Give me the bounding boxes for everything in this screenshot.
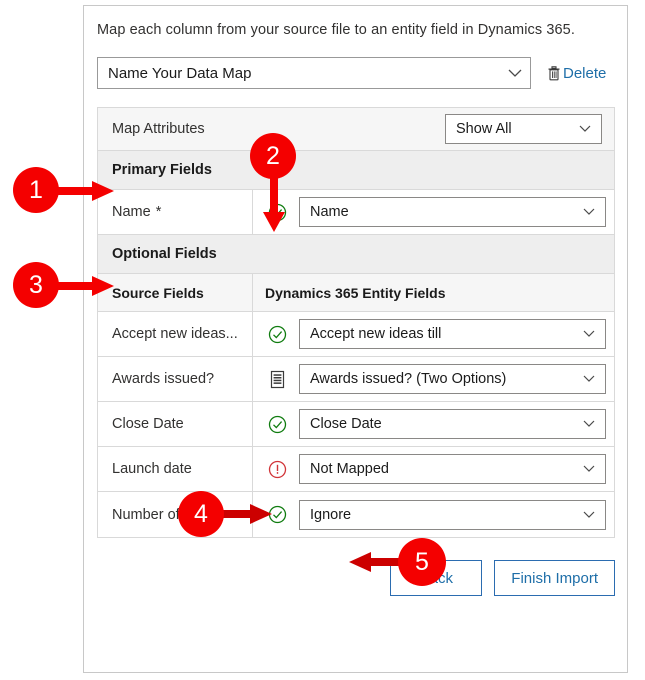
target-field-value: Close Date <box>310 416 382 432</box>
source-field-name: Accept new ideas... <box>112 326 238 342</box>
primary-fields-section: Primary Fields <box>98 151 614 190</box>
chevron-down-icon <box>583 330 597 338</box>
table-row: Number of ideas Ignore <box>98 492 614 537</box>
chevron-down-icon <box>583 465 597 473</box>
optional-fields-section: Optional Fields <box>98 235 614 274</box>
source-field-cell: Accept new ideas... <box>98 312 253 356</box>
chevron-down-icon <box>583 420 597 428</box>
error-circle-icon <box>268 460 287 479</box>
source-field-name: Name <box>112 204 151 220</box>
map-attributes-header: Map Attributes Show All <box>98 108 614 151</box>
target-field-cell: Not Mapped <box>253 447 614 491</box>
target-field-select[interactable]: Accept new ideas till <box>299 319 606 349</box>
target-field-cell: Accept new ideas till <box>253 312 614 356</box>
target-field-select[interactable]: Awards issued? (Two Options) <box>299 364 606 394</box>
attribute-mapping-grid: Map Attributes Show All Primary Fields N… <box>97 107 615 538</box>
target-field-select[interactable]: Name <box>299 197 606 227</box>
annotation-arrow-3 <box>50 276 114 296</box>
show-all-value: Show All <box>456 121 512 137</box>
map-name-row: Name Your Data Map Delete <box>97 57 615 89</box>
annotation-callout-5: 5 <box>398 538 446 586</box>
annotation-arrow-2 <box>263 172 285 232</box>
annotation-callout-2: 2 <box>250 133 296 179</box>
check-circle-icon <box>268 415 287 434</box>
check-circle-icon <box>268 325 287 344</box>
map-name-value: Name Your Data Map <box>108 64 252 82</box>
target-field-select[interactable]: Not Mapped <box>299 454 606 484</box>
column-headers: Source Fields Dynamics 365 Entity Fields <box>98 274 614 312</box>
source-field-cell: Launch date <box>98 447 253 491</box>
annotation-arrow-1 <box>50 181 114 201</box>
table-row: Launch date Not Mapped <box>98 447 614 492</box>
status-badge[interactable] <box>263 370 291 389</box>
target-field-value: Not Mapped <box>310 461 389 477</box>
target-field-cell: Ignore <box>253 492 614 537</box>
source-field-name: Close Date <box>112 416 184 432</box>
source-field-cell: Awards issued? <box>98 357 253 401</box>
target-field-cell: Awards issued? (Two Options) <box>253 357 614 401</box>
target-field-value: Awards issued? (Two Options) <box>310 371 507 387</box>
launch-date-error-icon <box>263 460 291 479</box>
chevron-down-icon <box>583 375 597 383</box>
number-of-ideas-target-select[interactable]: Ignore <box>299 499 606 530</box>
optional-fields-label: Optional Fields <box>112 246 217 262</box>
table-row: Accept new ideas... Accept new ideas til… <box>98 312 614 357</box>
source-column-header: Source Fields <box>98 274 253 311</box>
delete-label: Delete <box>563 64 607 82</box>
target-field-cell: Close Date <box>253 402 614 446</box>
table-row: Awards issued? Awards issued? (Two Optio… <box>98 357 614 402</box>
source-field-cell: Close Date <box>98 402 253 446</box>
source-field-name: Launch date <box>112 461 192 477</box>
target-column-header: Dynamics 365 Entity Fields <box>253 274 614 311</box>
chevron-down-icon <box>579 125 593 133</box>
annotation-callout-1: 1 <box>13 167 59 213</box>
trash-icon <box>547 65 561 81</box>
map-name-select[interactable]: Name Your Data Map <box>97 57 531 89</box>
table-row: Name * Name <box>98 190 614 235</box>
chevron-down-icon <box>508 69 522 77</box>
source-field-cell: Name * <box>98 190 253 234</box>
number-of-ideas-target-value: Ignore <box>310 506 352 523</box>
primary-fields-label: Primary Fields <box>112 162 212 178</box>
target-field-value: Name <box>310 204 349 220</box>
required-marker: * <box>155 204 162 220</box>
target-column-label: Dynamics 365 Entity Fields <box>265 284 446 301</box>
annotation-arrow-5 <box>349 552 405 572</box>
source-column-label: Source Fields <box>112 284 204 301</box>
target-field-select[interactable]: Close Date <box>299 409 606 439</box>
delete-map-button[interactable]: Delete <box>547 65 606 82</box>
annotation-callout-3: 3 <box>13 262 59 308</box>
source-field-name: Awards issued? <box>112 371 215 387</box>
intro-instruction: Map each column from your source file to… <box>97 22 575 38</box>
finish-import-button[interactable]: Finish Import <box>494 560 615 596</box>
target-field-value: Accept new ideas till <box>310 326 442 342</box>
chevron-down-icon <box>583 511 597 519</box>
annotation-callout-4: 4 <box>178 491 224 537</box>
annotation-arrow-4 <box>222 504 272 524</box>
show-all-filter-select[interactable]: Show All <box>445 114 602 144</box>
list-options-icon <box>269 370 286 389</box>
status-badge <box>263 325 291 344</box>
table-row: Close Date Close Date <box>98 402 614 447</box>
status-badge <box>263 415 291 434</box>
chevron-down-icon <box>583 208 597 216</box>
target-field-cell: Name <box>253 190 614 234</box>
